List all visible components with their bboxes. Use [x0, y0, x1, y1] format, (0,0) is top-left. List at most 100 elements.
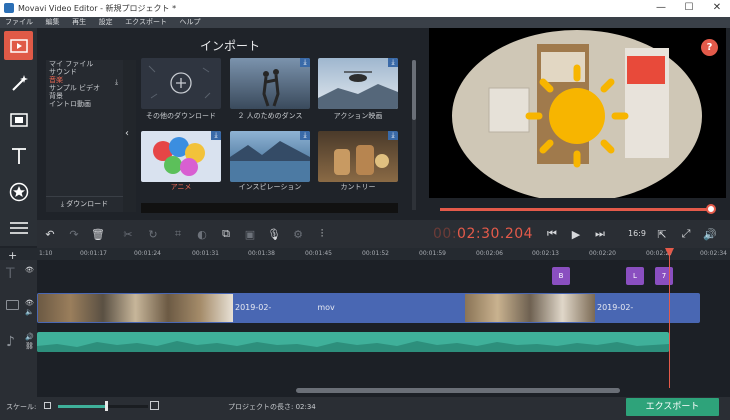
preview-progress-knob[interactable] [706, 204, 716, 214]
filter-clip[interactable]: B [552, 267, 570, 285]
category-item-selected[interactable]: 音楽 [46, 76, 123, 84]
thumbnail-country[interactable]: ⤓ [318, 131, 398, 182]
zoom-in-icon[interactable] [150, 401, 159, 410]
trim-icon[interactable]: ⧉ [218, 226, 234, 242]
video-clip-thumbnails[interactable] [38, 294, 233, 322]
undo-icon[interactable]: ↶ [42, 226, 58, 242]
trash-icon[interactable]: 🗑 [90, 226, 106, 242]
category-item[interactable]: 背景 [46, 92, 123, 100]
help-icon[interactable]: ? [701, 39, 718, 56]
ruler-tick-label: 00:02:34 [700, 250, 727, 257]
ruler-tick-label: 00:01:59 [419, 250, 446, 257]
transitions-tool-button[interactable] [4, 105, 33, 134]
preview-progress-bar[interactable] [440, 208, 712, 211]
minimize-button[interactable]: — [648, 0, 674, 17]
skip-back-icon[interactable]: ⏮ [544, 226, 560, 242]
category-item[interactable]: マイ ファイル [46, 60, 123, 68]
collapse-panel-strip[interactable]: ‹ [123, 60, 136, 212]
menu-play[interactable]: 再生 [67, 17, 91, 28]
import-scrollbar-thumb[interactable] [412, 60, 416, 120]
close-button[interactable]: ✕ [704, 0, 730, 17]
thumbnail-label: カントリー [340, 183, 376, 191]
rotate-icon[interactable]: ↻ [145, 226, 161, 242]
category-item[interactable]: サウンド [46, 68, 123, 76]
audio-track[interactable] [37, 332, 669, 352]
maximize-button[interactable]: ☐ [676, 0, 702, 17]
menu-help[interactable]: ヘルプ [175, 17, 206, 28]
timeline-ruler[interactable]: + 1:10 00:01:17 00:01:24 00:01:31 00:01:… [0, 248, 730, 262]
preview-player[interactable] [429, 28, 726, 202]
timeline-scrollbar[interactable] [296, 388, 620, 393]
video-track[interactable]: 2019-02- mov 2019-02- [37, 293, 700, 323]
zoom-out-icon[interactable] [44, 402, 51, 409]
visibility-eye-icon[interactable]: 👁 [25, 266, 34, 274]
ruler-tick-label: 00:01:31 [192, 250, 219, 257]
clip-name: 2019-02- [235, 303, 272, 312]
film-import-icon [9, 38, 28, 53]
ruler-tick-label: 1:10 [39, 250, 53, 257]
thumbnail-action[interactable]: ⤓ [318, 58, 398, 109]
category-item[interactable]: サンプル ビデオ [46, 84, 123, 92]
import-scrollbar[interactable] [412, 60, 416, 210]
video-clip-label: 2019-02- mov [235, 303, 335, 312]
aspect-ratio-button[interactable]: 16:9 [628, 229, 646, 238]
video-clip-thumbnails[interactable] [465, 294, 595, 322]
download-badge-icon: ⤓ [300, 131, 310, 140]
ruler-tick-label: 00:01:45 [305, 250, 332, 257]
window-title: Movavi Video Editor - 新規プロジェクト * [18, 4, 177, 13]
status-bar [0, 397, 730, 420]
play-icon[interactable]: ▶ [568, 226, 584, 242]
category-item[interactable]: イントロ動画 [46, 100, 123, 108]
filters-tool-button[interactable] [4, 68, 33, 97]
track-headers: T 👁 👁 🔈 ♪ 🔊 ⛓ [0, 260, 37, 397]
download-badge-icon: ⤓ [211, 131, 221, 140]
redo-icon[interactable]: ↷ [66, 226, 82, 242]
audio-link-icon[interactable]: ⛓ [25, 342, 34, 350]
filter-clip-label: 7 [661, 272, 667, 280]
export-frame-icon[interactable]: ⇱ [654, 226, 670, 242]
cut-icon[interactable]: ✂ [120, 226, 136, 242]
balloons-image [153, 137, 205, 176]
download-arrow-icon[interactable]: ⤓ [115, 78, 118, 87]
settings-gear-icon[interactable]: ⚙ [290, 226, 306, 242]
helicopter-image [318, 71, 398, 109]
export-button[interactable]: エクスポート [626, 398, 719, 416]
visibility-eye-icon[interactable]: 👁 [25, 299, 34, 307]
stickers-tool-button[interactable] [4, 177, 33, 206]
ruler-tick-label: 00:01:38 [248, 250, 275, 257]
menu-file[interactable]: ファイル [0, 17, 38, 28]
menu-edit[interactable]: 編集 [41, 17, 65, 28]
import-tool-button[interactable] [4, 31, 33, 60]
titles-tool-button[interactable] [4, 141, 33, 170]
more-tools-button[interactable] [4, 213, 33, 242]
video-track-icon [6, 300, 19, 310]
volume-icon[interactable]: 🔊 [702, 226, 718, 242]
timecode-value: 02:30.204 [457, 226, 534, 242]
music-note-icon: ♪ [6, 334, 15, 350]
mute-icon[interactable]: 🔈 [25, 308, 34, 316]
filter-clip[interactable]: L [626, 267, 644, 285]
menu-settings[interactable]: 設定 [94, 17, 118, 28]
import-title: インポート [200, 39, 261, 53]
media-info-icon[interactable]: ▣ [242, 226, 258, 242]
equalizer-icon[interactable]: ⫶ [314, 226, 330, 242]
zoom-slider-handle[interactable] [105, 401, 108, 411]
crop-icon[interactable]: ⌗ [170, 226, 186, 242]
ruler-tick-label: 00:01:52 [362, 250, 389, 257]
filter-clip[interactable]: 7 [655, 267, 673, 285]
thumbnail-more-downloads[interactable] [141, 58, 221, 109]
thumbnail-label: アクション映画 [333, 112, 383, 120]
fullscreen-icon[interactable]: ⤢ [678, 226, 694, 242]
thumbnail-inspiration[interactable]: ⤓ [230, 131, 310, 182]
audio-volume-icon[interactable]: 🔊 [25, 333, 34, 341]
skip-forward-icon[interactable]: ⏭ [592, 226, 608, 242]
menu-export[interactable]: エクスポート [120, 17, 172, 28]
placeholder-spacer [266, 226, 282, 242]
scale-label: スケール: [6, 403, 37, 411]
dance-couple-image [262, 69, 280, 107]
playhead-line[interactable] [669, 248, 670, 388]
thumbnail-anime[interactable]: ⤓ [141, 131, 221, 182]
color-adjust-icon[interactable]: ◐ [194, 226, 210, 242]
download-button[interactable]: ⤓ ダウンロード [46, 196, 123, 211]
thumbnail-dance[interactable]: ⤓ [230, 58, 310, 109]
